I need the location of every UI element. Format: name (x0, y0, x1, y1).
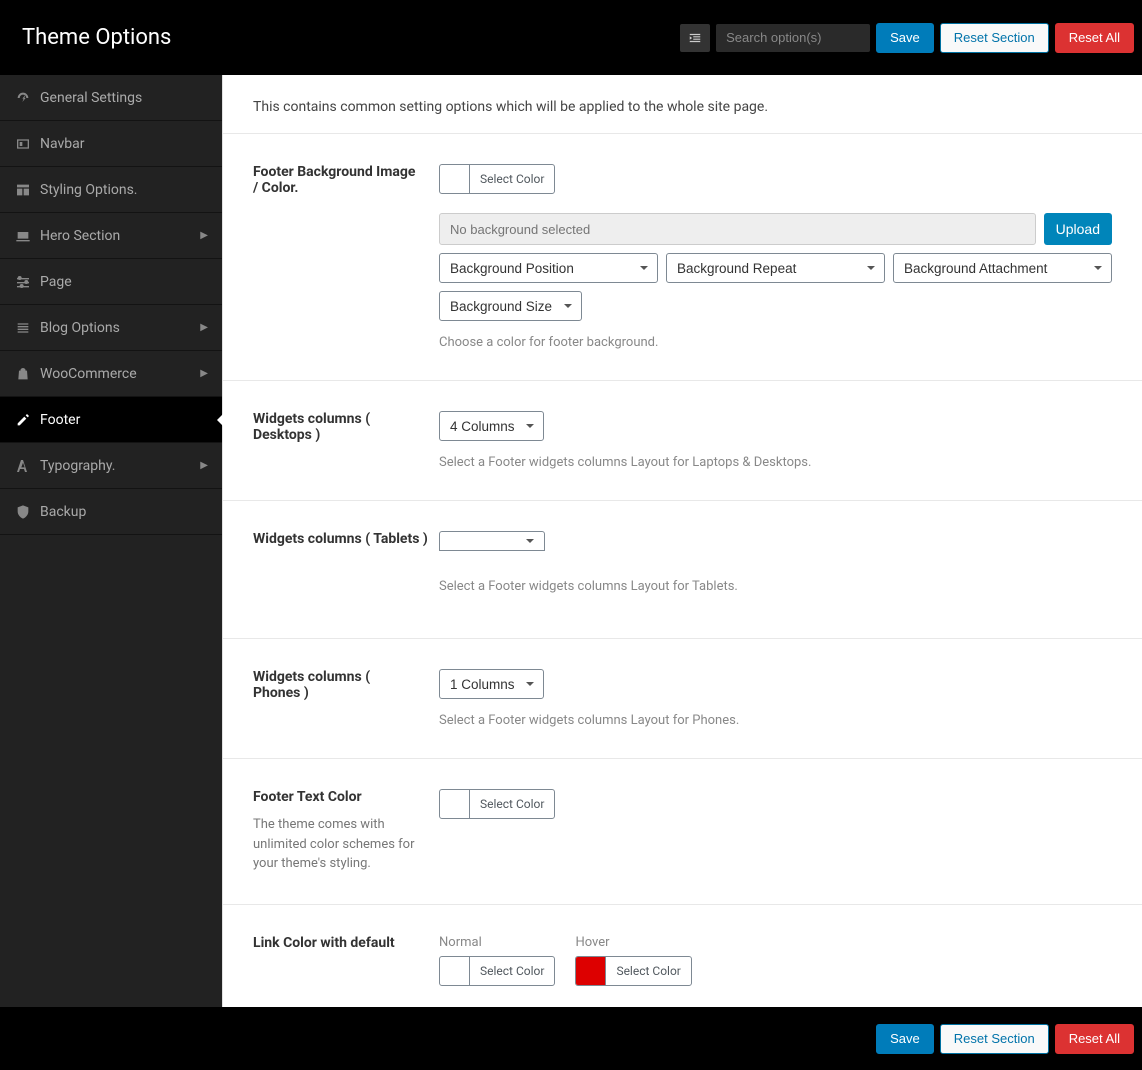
color-swatch (440, 790, 470, 818)
select-color-label: Select Color (480, 172, 544, 186)
sidebar-item-woocommerce[interactable]: WooCommerce ▶ (0, 351, 222, 397)
desktops-columns-select[interactable]: 4 Columns (439, 411, 544, 441)
sidebar-item-label: Backup (40, 504, 86, 520)
save-button[interactable]: Save (876, 1024, 934, 1054)
header: Theme Options Save Reset Section Reset A… (0, 0, 1142, 75)
search-input[interactable] (716, 24, 870, 52)
intro-text: This contains common setting options whi… (223, 75, 1142, 134)
upload-button[interactable]: Upload (1044, 213, 1112, 245)
setting-label: Widgets columns ( Tablets ) (253, 531, 419, 547)
chevron-right-icon: ▶ (200, 460, 208, 471)
bg-repeat-select[interactable]: Background Repeat (666, 253, 885, 283)
bg-size-select[interactable]: Background Size (439, 291, 582, 321)
sidebar-item-blog-options[interactable]: Blog Options ▶ (0, 305, 222, 351)
setting-label: Footer Text Color (253, 789, 419, 805)
font-icon (14, 457, 32, 475)
reset-section-button[interactable]: Reset Section (940, 23, 1049, 53)
sidebar-item-label: Styling Options. (40, 182, 138, 198)
panel-toggle-button[interactable] (680, 24, 710, 52)
setting-widgets-tablets: Widgets columns ( Tablets ) (223, 501, 1142, 579)
list-icon (14, 319, 32, 337)
sidebar-item-general-settings[interactable]: General Settings (0, 75, 222, 121)
dashboard-icon (14, 89, 32, 107)
sidebar-item-footer[interactable]: Footer (0, 397, 222, 443)
sidebar-item-label: Navbar (40, 136, 85, 152)
select-color-label: Select Color (616, 964, 680, 978)
sidebar-item-label: Blog Options (40, 320, 120, 336)
setting-widgets-phones: Widgets columns ( Phones ) 1 Columns Sel… (223, 639, 1142, 759)
sidebar-item-typography[interactable]: Typography. ▶ (0, 443, 222, 489)
color-picker-link-normal[interactable]: Select Color (439, 956, 555, 986)
content-area: This contains common setting options whi… (222, 75, 1142, 1007)
sidebar-item-backup[interactable]: Backup (0, 489, 222, 535)
sliders-icon (14, 273, 32, 291)
shopping-bag-icon (14, 365, 32, 383)
indent-icon (688, 31, 702, 45)
select-color-label: Select Color (480, 797, 544, 811)
tablets-columns-select-partial[interactable] (439, 531, 545, 551)
frame-icon (14, 135, 32, 153)
sidebar-item-navbar[interactable]: Navbar (0, 121, 222, 167)
laptop-icon (14, 227, 32, 245)
setting-widgets-desktops: Widgets columns ( Desktops ) 4 Columns S… (223, 381, 1142, 501)
link-hover-label: Hover (575, 935, 691, 950)
color-swatch (576, 957, 606, 985)
color-swatch (440, 957, 470, 985)
sidebar-item-page[interactable]: Page (0, 259, 222, 305)
bg-position-select[interactable]: Background Position (439, 253, 658, 283)
help-text: Choose a color for footer background. (439, 335, 1112, 350)
setting-label: Footer Background Image / Color. (253, 164, 419, 196)
setting-label: Widgets columns ( Desktops ) (253, 411, 419, 443)
help-text: Select a Footer widgets columns Layout f… (439, 455, 1112, 470)
sidebar-item-styling-options[interactable]: Styling Options. (0, 167, 222, 213)
background-file-display (439, 213, 1036, 245)
color-picker-text[interactable]: Select Color (439, 789, 555, 819)
setting-link-color: Link Color with default Normal Select Co… (223, 905, 1142, 1008)
sidebar-item-label: Page (40, 274, 72, 290)
setting-widgets-tablets-help: Select a Footer widgets columns Layout f… (223, 579, 1142, 639)
header-actions: Save Reset Section Reset All (680, 23, 1134, 53)
edit-icon (14, 411, 32, 429)
page-title: Theme Options (22, 25, 171, 50)
sidebar-item-hero-section[interactable]: Hero Section ▶ (0, 213, 222, 259)
chevron-right-icon: ▶ (200, 322, 208, 333)
setting-sublabel: The theme comes with unlimited color sch… (253, 815, 419, 874)
save-button[interactable]: Save (876, 23, 934, 53)
phones-columns-select[interactable]: 1 Columns (439, 669, 544, 699)
sidebar-item-label: General Settings (40, 90, 142, 106)
help-text: Select a Footer widgets columns Layout f… (439, 713, 1112, 728)
setting-label: Widgets columns ( Phones ) (253, 669, 419, 701)
reset-section-button[interactable]: Reset Section (940, 1024, 1049, 1054)
color-picker-bg[interactable]: Select Color (439, 164, 555, 194)
sidebar-item-label: Typography. (40, 458, 115, 474)
setting-label: Link Color with default (253, 935, 419, 951)
color-swatch (440, 165, 470, 193)
reset-all-button[interactable]: Reset All (1055, 23, 1134, 53)
select-color-label: Select Color (480, 964, 544, 978)
shield-icon (14, 503, 32, 521)
footer-bar: Save Reset Section Reset All (0, 1007, 1142, 1070)
chevron-right-icon: ▶ (200, 368, 208, 379)
sidebar-item-label: Footer (40, 412, 80, 428)
setting-footer-background: Footer Background Image / Color. Select … (223, 134, 1142, 381)
link-normal-label: Normal (439, 935, 555, 950)
bg-attachment-select[interactable]: Background Attachment (893, 253, 1112, 283)
sidebar: General Settings Navbar Styling Options.… (0, 75, 222, 1007)
help-text: Select a Footer widgets columns Layout f… (439, 579, 1112, 594)
setting-footer-text-color: Footer Text Color The theme comes with u… (223, 759, 1142, 905)
sidebar-item-label: WooCommerce (40, 366, 137, 382)
color-picker-link-hover[interactable]: Select Color (575, 956, 691, 986)
layout-icon (14, 181, 32, 199)
reset-all-button[interactable]: Reset All (1055, 1024, 1134, 1054)
chevron-right-icon: ▶ (200, 230, 208, 241)
sidebar-item-label: Hero Section (40, 228, 120, 244)
